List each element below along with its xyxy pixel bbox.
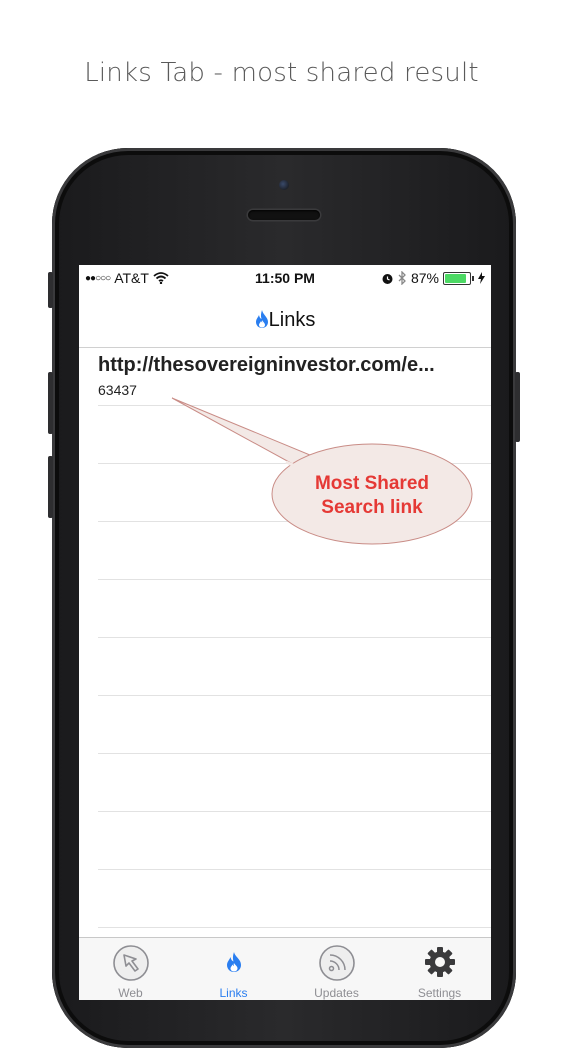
callout-line-1: Most Shared: [314, 473, 430, 494]
flame-icon: [255, 310, 268, 328]
tab-updates-label: Updates: [314, 986, 359, 1000]
empty-row: [98, 870, 491, 928]
tab-settings[interactable]: Settings: [388, 938, 491, 1000]
list-item[interactable]: http://thesovereigninvestor.com/e... 634…: [98, 348, 491, 406]
tab-web[interactable]: Web: [79, 938, 182, 1000]
power-button: [515, 372, 520, 442]
nav-title-label: Links: [268, 309, 316, 331]
phone-screen: ●●○○○ AT&T 11:50 PM 87% Links http://the…: [79, 265, 491, 1000]
link-url: http://thesovereigninvestor.com/e...: [98, 354, 435, 376]
rss-icon: [318, 945, 355, 981]
tab-links-label: Links: [219, 986, 248, 1000]
empty-row: [98, 696, 491, 754]
links-list: http://thesovereigninvestor.com/e... 634…: [79, 348, 491, 928]
battery-icon: [443, 271, 471, 285]
alarm-icon: [382, 273, 393, 284]
volume-down-button: [48, 456, 53, 518]
mute-switch: [48, 272, 53, 308]
tab-bar: Web Links Updates Settings: [79, 937, 491, 1000]
empty-row: [98, 812, 491, 870]
navigation-bar: Links: [79, 293, 491, 348]
tab-updates[interactable]: Updates: [285, 938, 388, 1000]
globe-cursor-icon: [112, 945, 149, 981]
tab-settings-label: Settings: [417, 986, 462, 1000]
empty-row: [98, 522, 491, 580]
front-camera: [279, 180, 289, 190]
tab-links[interactable]: Links: [182, 938, 285, 1000]
callout-line-2: Search link: [321, 497, 423, 518]
charging-icon: [478, 272, 485, 284]
bluetooth-icon: [398, 271, 406, 285]
status-bar: ●●○○○ AT&T 11:50 PM 87%: [79, 265, 491, 293]
empty-row: [98, 580, 491, 638]
volume-up-button: [48, 372, 53, 434]
earpiece-speaker: [248, 210, 320, 220]
battery-percent: 87%: [410, 270, 439, 286]
screenshot-caption: Links Tab - most shared result: [84, 58, 479, 88]
flame-icon: [226, 952, 241, 972]
callout-text: Most Shared Search link: [286, 472, 458, 520]
empty-row: [98, 406, 491, 464]
empty-row: [98, 638, 491, 696]
empty-row: [98, 754, 491, 812]
gear-icon: [424, 947, 455, 977]
share-count: 63437: [98, 382, 137, 398]
nav-title: Links: [79, 309, 491, 332]
tab-web-label: Web: [118, 986, 143, 1000]
